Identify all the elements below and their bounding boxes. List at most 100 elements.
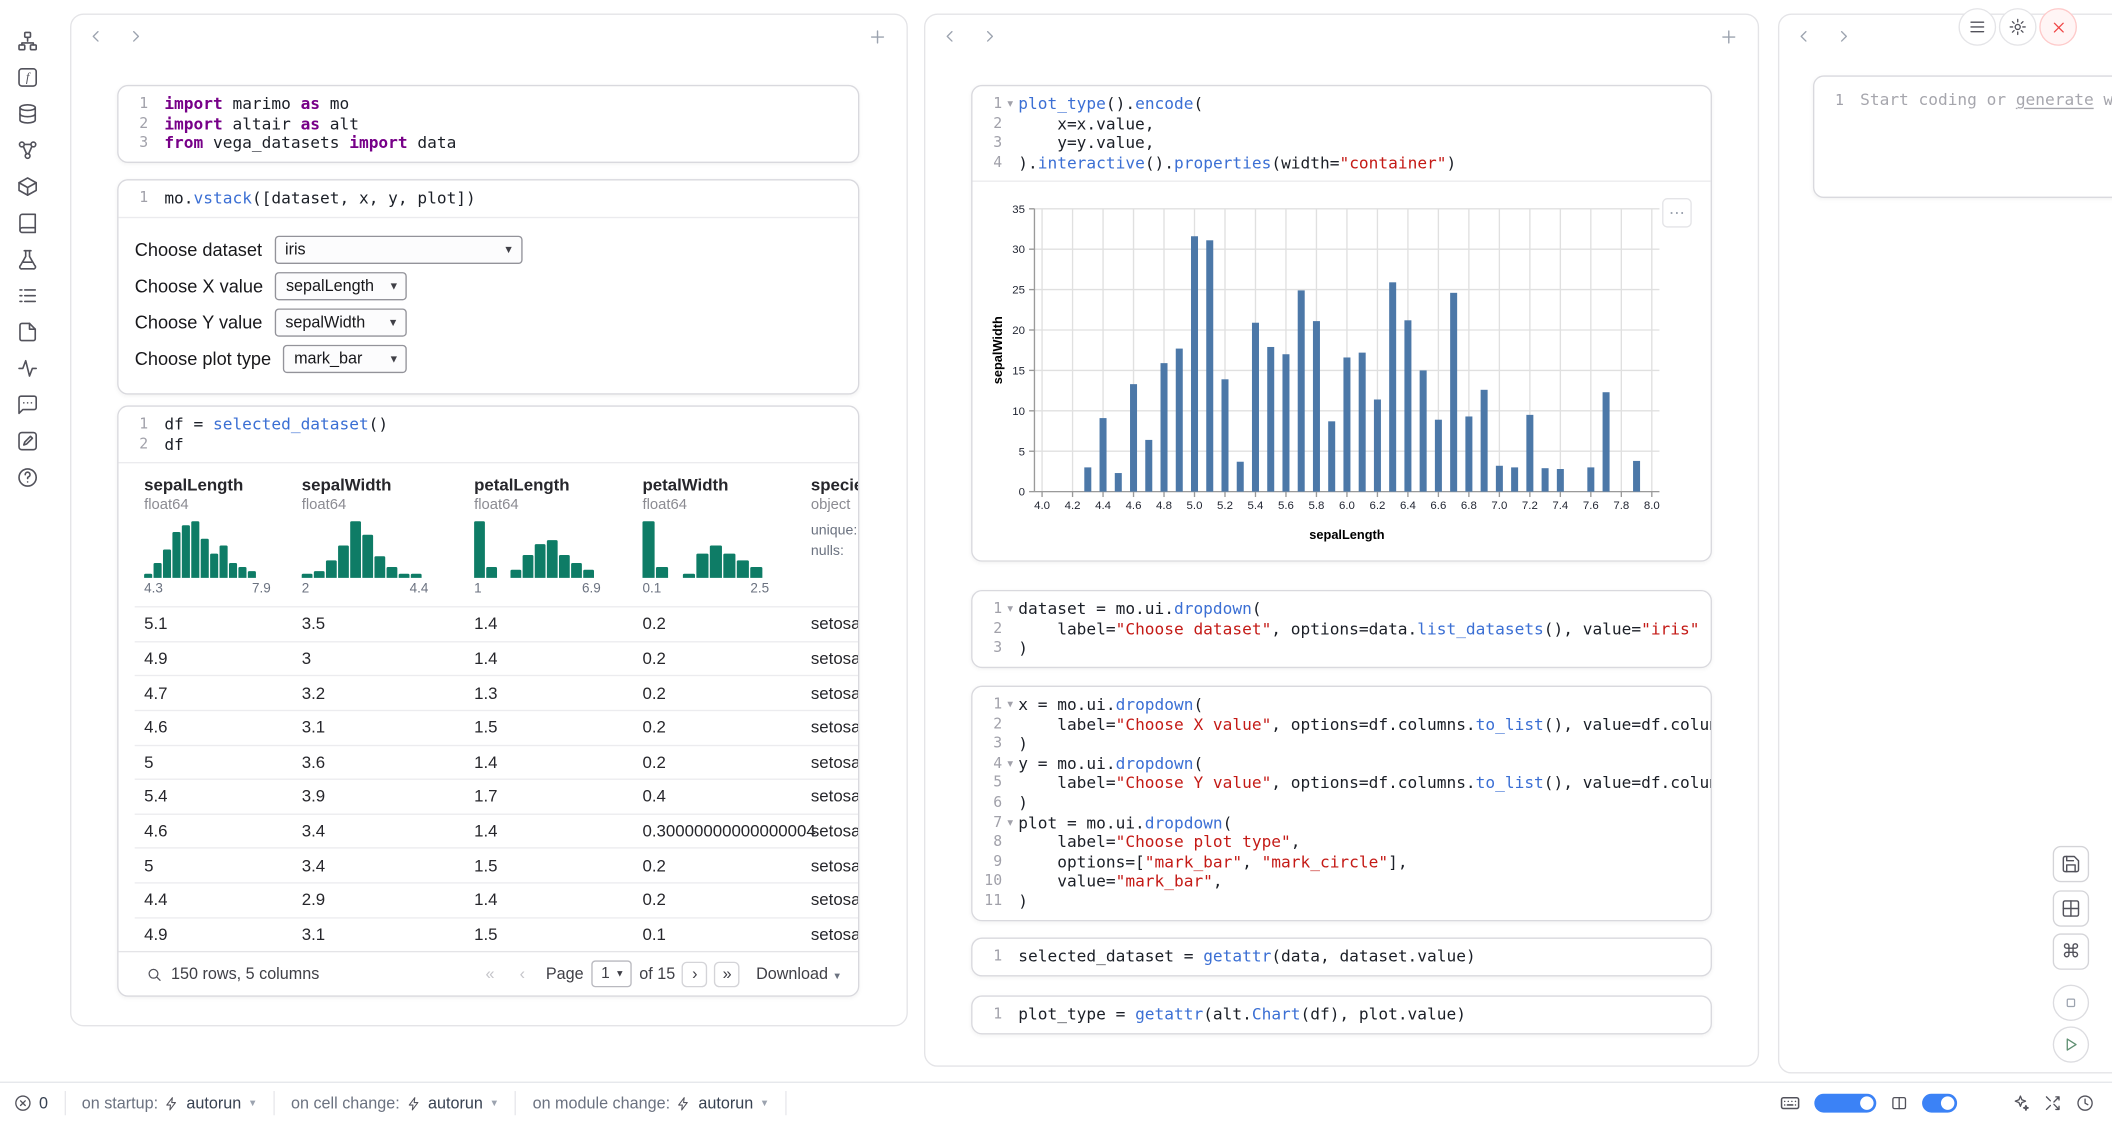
fold-chevron-icon[interactable]	[148, 114, 164, 134]
message-square-icon[interactable]	[13, 393, 40, 415]
table-row[interactable]: 4.73.21.30.2setosa	[135, 675, 858, 709]
add-cell-icon[interactable]	[1717, 26, 1739, 48]
table-row[interactable]: 4.42.91.40.2setosa	[135, 882, 858, 916]
generate-link[interactable]: generate	[2016, 90, 2094, 109]
fold-chevron-icon[interactable]	[1002, 114, 1018, 134]
x-select[interactable]: sepalLength▼	[275, 272, 407, 300]
fold-chevron-icon[interactable]: ▼	[1002, 695, 1018, 715]
error-indicator[interactable]: 0	[0, 1091, 66, 1115]
layout-icon[interactable]	[2053, 890, 2089, 926]
fold-chevron-icon[interactable]	[1002, 947, 1018, 967]
stop-icon[interactable]	[2053, 985, 2089, 1021]
database-icon[interactable]	[13, 102, 40, 124]
play-icon[interactable]	[2053, 1026, 2089, 1062]
sitemap-icon[interactable]	[13, 30, 40, 52]
download-button[interactable]: Download ▼	[756, 965, 842, 984]
code-editor[interactable]: 1mo.vstack([dataset, x, y, plot])	[119, 180, 858, 216]
code-editor[interactable]: 1plot_type = getattr(alt.Chart(df), plot…	[972, 997, 1710, 1033]
code-editor[interactable]: 1selected_dataset = getattr(data, datase…	[972, 939, 1710, 975]
node-graph-icon[interactable]	[13, 139, 40, 161]
fold-chevron-icon[interactable]: ▼	[1002, 754, 1018, 774]
save-icon[interactable]	[2053, 846, 2089, 882]
next-page-button[interactable]: ›	[682, 961, 708, 987]
f-square-icon[interactable]: f	[13, 66, 40, 88]
keyboard-icon[interactable]	[1779, 1092, 1801, 1114]
altair-bar-chart[interactable]: 051015202530354.04.24.44.64.85.05.25.45.…	[989, 193, 1673, 546]
chart-menu-icon[interactable]: ⋯	[1662, 199, 1692, 229]
menu-icon[interactable]	[1958, 8, 1996, 46]
fold-chevron-icon[interactable]: ▼	[1002, 599, 1018, 619]
fold-chevron-icon[interactable]: ▼	[1002, 813, 1018, 833]
command-icon[interactable]: ⌘	[2053, 933, 2089, 969]
book-icon[interactable]	[13, 211, 40, 233]
column-header[interactable]: petalLengthfloat6416.9	[465, 476, 633, 597]
fold-chevron-icon[interactable]	[1002, 1005, 1018, 1025]
column-right-chevron-icon[interactable]	[125, 26, 147, 48]
list-icon[interactable]	[13, 284, 40, 306]
on-startup-setting[interactable]: on startup: autorun▼	[66, 1091, 275, 1115]
fold-chevron-icon[interactable]	[1002, 774, 1018, 794]
table-row[interactable]: 4.93.11.50.1setosa	[135, 917, 858, 951]
sparkles-icon[interactable]	[2011, 1094, 2030, 1113]
flask-icon[interactable]	[13, 248, 40, 270]
on-module-change-setting[interactable]: on module change: autorun▼	[516, 1091, 786, 1115]
ai-code-input[interactable]: 1 Start coding or generate with AI.	[1814, 77, 2112, 197]
column-right-chevron-icon[interactable]	[1833, 26, 1855, 48]
column-left-chevron-icon[interactable]	[1793, 26, 1815, 48]
column-header[interactable]: petalWidthfloat640.12.5	[633, 476, 801, 597]
fold-chevron-icon[interactable]	[1002, 833, 1018, 853]
code-editor[interactable]: 1▼plot_type().encode(2 x=x.value,3 y=y.v…	[972, 86, 1710, 181]
page-select[interactable]: 1▼	[592, 961, 632, 988]
table-row[interactable]: 4.63.41.40.30000000000000004setosa	[135, 813, 858, 847]
table-row[interactable]: 5.13.51.40.2setosa	[135, 606, 858, 640]
dataset-select[interactable]: iris▼	[274, 235, 522, 263]
fold-chevron-icon[interactable]	[148, 94, 164, 114]
fold-chevron-icon[interactable]	[1002, 892, 1018, 912]
fold-chevron-icon[interactable]: ▼	[1002, 94, 1018, 114]
compact-toggle[interactable]	[1922, 1094, 1957, 1113]
fold-chevron-icon[interactable]	[1002, 619, 1018, 639]
history-icon[interactable]	[2076, 1094, 2095, 1113]
package-icon[interactable]	[13, 175, 40, 197]
width-toggle[interactable]	[1814, 1094, 1876, 1113]
table-row[interactable]: 4.931.40.2setosa	[135, 641, 858, 675]
fold-chevron-icon[interactable]	[1002, 734, 1018, 754]
fold-chevron-icon[interactable]	[1002, 639, 1018, 659]
fold-chevron-icon[interactable]	[1002, 715, 1018, 735]
first-page-button[interactable]: «	[477, 961, 503, 987]
fold-chevron-icon[interactable]	[148, 435, 164, 455]
code-editor[interactable]: 1▼x = mo.ui.dropdown(2 label="Choose X v…	[972, 687, 1710, 919]
gear-icon[interactable]	[1999, 8, 2037, 46]
close-icon[interactable]	[2039, 8, 2077, 46]
fold-chevron-icon[interactable]	[1002, 852, 1018, 872]
search-icon[interactable]	[145, 965, 163, 983]
column-right-chevron-icon[interactable]	[979, 26, 1001, 48]
columns-icon[interactable]	[1890, 1094, 1909, 1113]
fold-chevron-icon[interactable]	[148, 415, 164, 435]
pulse-icon[interactable]	[13, 357, 40, 379]
table-row[interactable]: 53.41.50.2setosa	[135, 848, 858, 882]
table-row[interactable]: 5.43.91.70.4setosa	[135, 779, 858, 813]
add-cell-icon[interactable]	[866, 26, 888, 48]
column-left-chevron-icon[interactable]	[939, 26, 961, 48]
on-cell-change-setting[interactable]: on cell change: autorun▼	[275, 1091, 517, 1115]
prev-page-button[interactable]: ‹	[510, 961, 536, 987]
code-editor[interactable]: 1▼dataset = mo.ui.dropdown(2 label="Choo…	[972, 591, 1710, 666]
column-left-chevron-icon[interactable]	[85, 26, 107, 48]
pen-square-icon[interactable]	[13, 430, 40, 452]
fold-chevron-icon[interactable]	[148, 189, 164, 209]
y-select[interactable]: sepalWidth▼	[275, 308, 407, 336]
column-header[interactable]: sepalLengthfloat644.37.9	[135, 476, 293, 597]
column-header[interactable]: sepalWidthfloat6424.4	[292, 476, 464, 597]
fold-chevron-icon[interactable]	[1002, 872, 1018, 892]
table-row[interactable]: 53.61.40.2setosa	[135, 744, 858, 778]
question-circle-icon[interactable]	[13, 466, 40, 488]
fold-chevron-icon[interactable]	[1002, 134, 1018, 154]
fold-chevron-icon[interactable]	[1002, 793, 1018, 813]
last-page-button[interactable]: »	[714, 961, 740, 987]
fold-chevron-icon[interactable]	[1002, 153, 1018, 173]
code-editor[interactable]: 1import marimo as mo2import altair as al…	[119, 86, 858, 161]
fold-chevron-icon[interactable]	[148, 134, 164, 154]
document-icon[interactable]	[13, 321, 40, 343]
plot-type-select[interactable]: mark_bar▼	[283, 344, 407, 372]
